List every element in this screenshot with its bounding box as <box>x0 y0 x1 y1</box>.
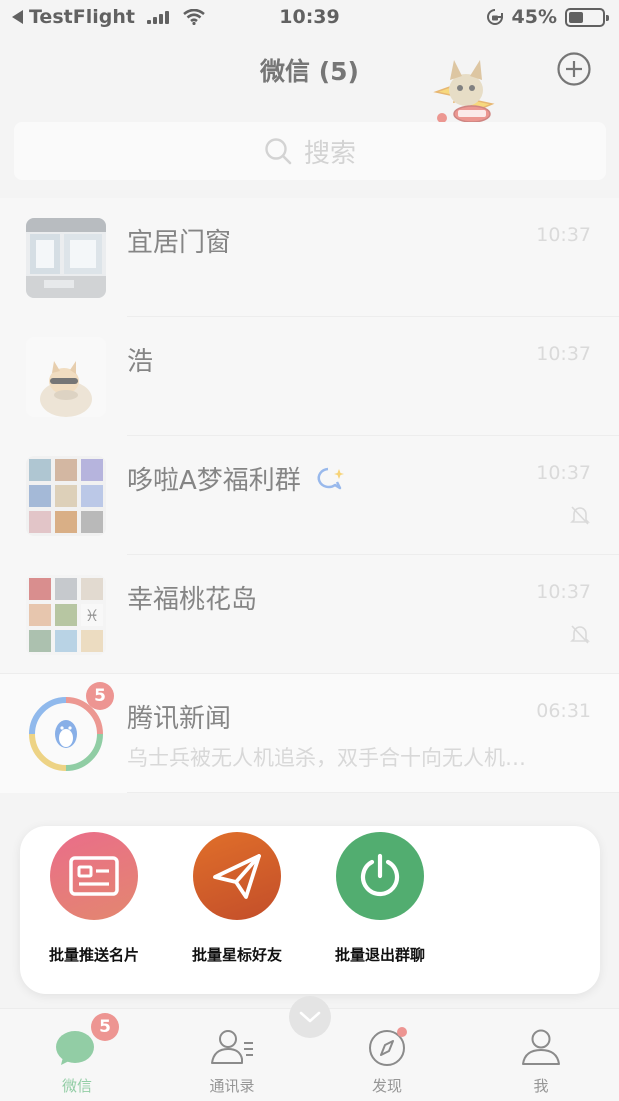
unread-badge: 5 <box>86 682 114 710</box>
chat-name-text: 哆啦A梦福利群 <box>127 466 301 496</box>
avatar <box>26 456 106 536</box>
status-bar: TestFlight 10:39 45% <box>0 0 619 36</box>
mute-bell-icon <box>570 625 590 644</box>
search-placeholder: 搜索 <box>303 138 356 169</box>
action-label: 批量推送名片 <box>48 946 139 964</box>
rotation-lock-icon <box>486 9 503 25</box>
mascot-sticker-icon <box>433 60 495 123</box>
chat-row[interactable]: 宜居门窗 10:37 <box>0 198 619 317</box>
chat-time: 06:31 <box>536 700 591 722</box>
chat-name: 宜居门窗 <box>127 228 232 258</box>
chat-time: 10:37 <box>536 581 591 603</box>
chat-time: 10:37 <box>536 224 591 246</box>
chevron-down-icon <box>299 1011 321 1023</box>
chat-name: 幸福桃花岛 <box>127 585 258 615</box>
battery-icon <box>565 7 609 27</box>
action-circle <box>336 832 424 920</box>
chat-time: 10:37 <box>536 343 591 365</box>
tab-label: 微信 <box>61 1077 92 1095</box>
chat-row[interactable]: 哆啦A梦福利群 10:37 <box>0 436 619 555</box>
tab-discover[interactable]: 发现 <box>327 1027 447 1096</box>
chat-row[interactable]: ♓ 幸福桃花岛 10:37 <box>0 555 619 674</box>
action-circle <box>193 832 281 920</box>
action-label: 批量退出群聊 <box>334 946 425 964</box>
chat-row[interactable]: 浩 10:37 <box>0 317 619 436</box>
contacts-icon <box>211 1030 253 1064</box>
page-title: 微信 (5) <box>260 57 359 86</box>
search-input[interactable]: 搜索 <box>14 122 606 180</box>
card-icon <box>69 856 119 896</box>
battery-percent: 45% <box>511 6 557 28</box>
batch-star-friends-button[interactable]: 批量星标好友 <box>172 832 302 965</box>
add-button[interactable] <box>557 52 591 86</box>
chat-time: 10:37 <box>536 462 591 484</box>
tab-me[interactable]: 我 <box>481 1027 601 1096</box>
batch-exit-groups-button[interactable]: 批量退出群聊 <box>315 832 445 965</box>
power-icon <box>360 853 400 897</box>
tab-contacts[interactable]: 通讯录 <box>172 1027 292 1096</box>
tab-label: 发现 <box>371 1077 402 1095</box>
chat-preview: 乌士兵被无人机追杀，双手合十向无人机… <box>127 746 526 770</box>
batch-push-card-button[interactable]: 批量推送名片 <box>29 832 159 965</box>
batch-actions-popup: 批量推送名片 批量星标好友 批量退出群聊 <box>20 826 600 994</box>
action-label: 批量星标好友 <box>191 946 282 964</box>
action-circle <box>50 832 138 920</box>
tab-label: 我 <box>533 1077 549 1095</box>
collapse-popup-button[interactable] <box>289 996 331 1038</box>
paper-plane-icon <box>213 854 261 899</box>
mute-bell-icon <box>570 506 590 525</box>
search-icon <box>265 138 292 165</box>
person-icon <box>522 1029 560 1065</box>
unread-badge: 5 <box>91 1013 119 1041</box>
group-chat-ai-icon <box>317 467 345 490</box>
chat-name: 哆啦A梦福利群 <box>127 460 345 497</box>
avatar <box>26 218 106 298</box>
compass-icon <box>369 1027 407 1066</box>
divider <box>127 792 619 793</box>
chat-row[interactable]: 5 腾讯新闻 06:31 乌士兵被无人机追杀，双手合十向无人机… <box>0 674 619 793</box>
svg-text:♓: ♓ <box>85 606 99 625</box>
tab-wechat[interactable]: 5 微信 <box>17 1013 137 1096</box>
chat-list: 宜居门窗 10:37 浩 10:37 哆啦A梦福利群 10:37 ♓ 幸福桃花岛… <box>0 198 619 793</box>
chat-name: 腾讯新闻 <box>127 704 232 734</box>
chat-name: 浩 <box>127 347 154 377</box>
avatar: ♓ <box>26 575 106 655</box>
tab-label: 通讯录 <box>209 1077 255 1095</box>
avatar <box>26 337 106 417</box>
